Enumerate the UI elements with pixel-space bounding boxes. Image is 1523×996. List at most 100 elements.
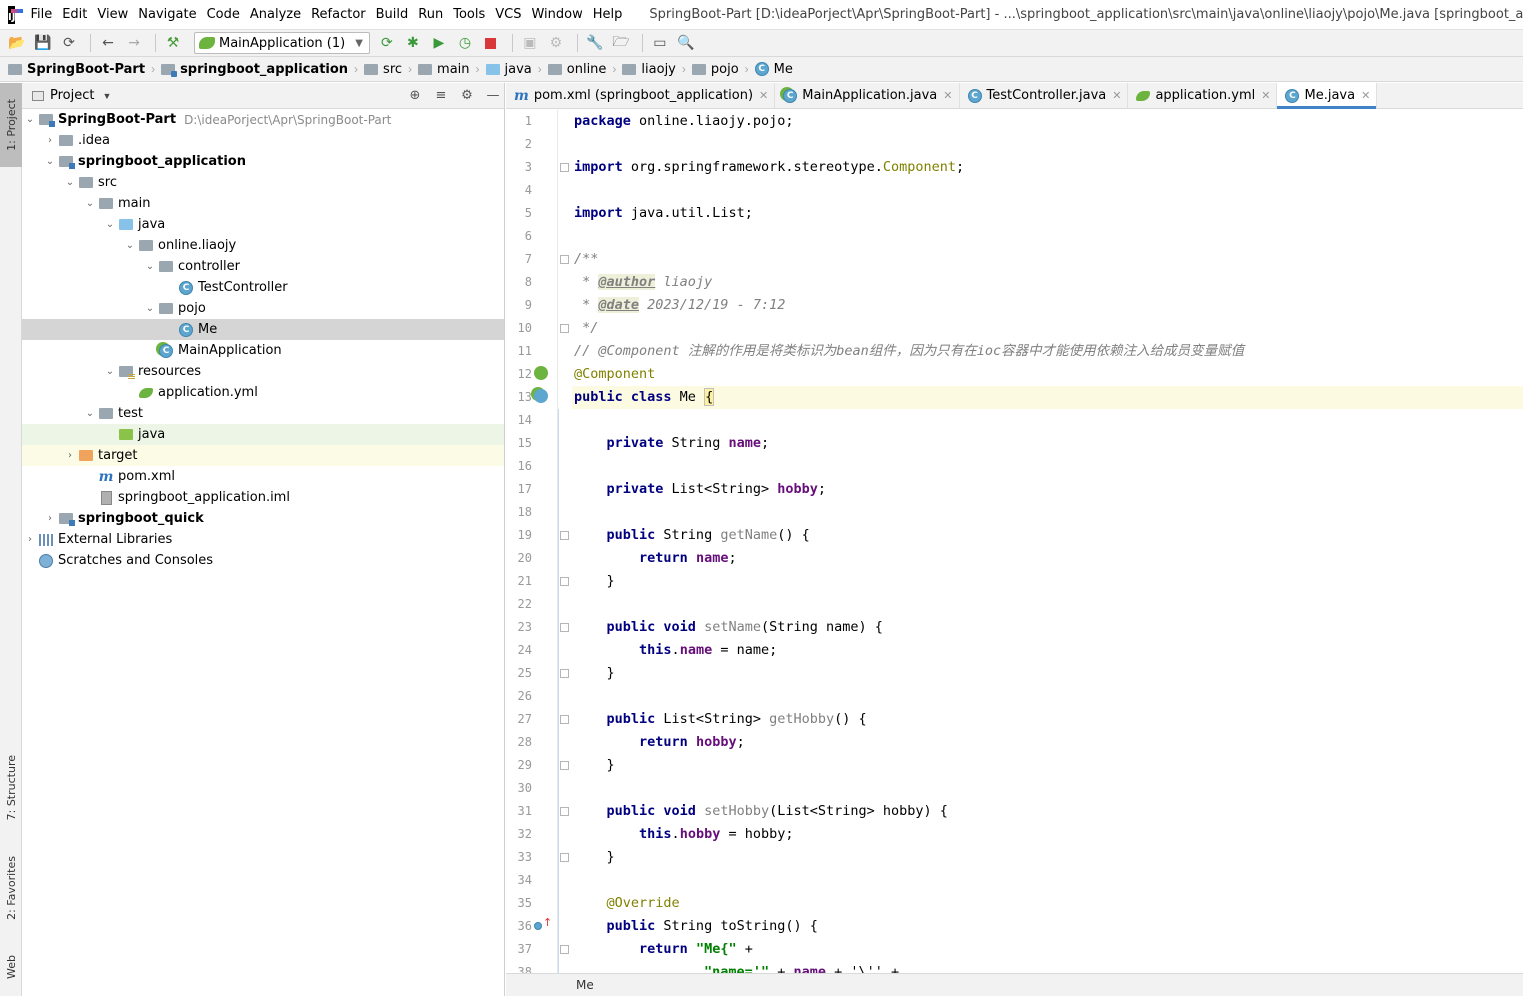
chevron-down-icon[interactable]: ⌄ bbox=[102, 219, 118, 230]
chevron-down-icon[interactable]: ⌄ bbox=[142, 303, 158, 314]
menu-navigate[interactable]: Navigate bbox=[133, 7, 201, 22]
menu-code[interactable]: Code bbox=[202, 7, 245, 22]
settings-wrench-icon[interactable]: 🔧 bbox=[584, 32, 606, 54]
tree-item-springboot-quick[interactable]: › springboot_quick bbox=[22, 508, 504, 529]
menu-edit[interactable]: Edit bbox=[57, 7, 92, 22]
code-editor-text[interactable]: package online.liaojy.pojo; import org.s… bbox=[572, 110, 1523, 973]
menu-tools[interactable]: Tools bbox=[448, 7, 490, 22]
breadcrumb-item-me[interactable]: C Me bbox=[754, 62, 793, 77]
chevron-down-icon[interactable]: ⌄ bbox=[142, 261, 158, 272]
menu-file[interactable]: File bbox=[25, 7, 57, 22]
locate-file-icon[interactable]: ⊕ bbox=[404, 88, 426, 103]
run-configuration-select[interactable]: MainApplication (1) ▼ bbox=[194, 32, 370, 54]
coverage-icon[interactable]: ▶ bbox=[428, 32, 450, 54]
tree-item-pom-xml[interactable]: m pom.xml bbox=[22, 466, 504, 487]
attach-icon[interactable]: ▣ bbox=[519, 32, 541, 54]
close-icon[interactable]: ✕ bbox=[943, 89, 952, 102]
project-panel-title[interactable]: Project bbox=[50, 88, 94, 103]
tree-item-online-liaojy[interactable]: ⌄ online.liaojy bbox=[22, 235, 504, 256]
gear-icon[interactable]: ⚙ bbox=[456, 88, 478, 103]
tool-tab-project[interactable]: 1: Project bbox=[0, 83, 22, 167]
project-structure-icon[interactable]: 🗁 bbox=[610, 32, 632, 54]
chevron-down-icon[interactable]: ⌄ bbox=[22, 114, 38, 125]
tree-item-springboot-application[interactable]: ⌄ springboot_application bbox=[22, 151, 504, 172]
hide-panel-icon[interactable]: — bbox=[482, 88, 504, 103]
menu-vcs[interactable]: VCS bbox=[490, 7, 526, 22]
override-gutter-icon[interactable] bbox=[534, 922, 542, 930]
fold-icon[interactable] bbox=[560, 623, 569, 632]
fold-icon[interactable] bbox=[560, 577, 569, 586]
forward-icon[interactable]: → bbox=[123, 32, 145, 54]
search-icon[interactable]: 🔍 bbox=[675, 32, 697, 54]
debug-icon[interactable]: ✱ bbox=[402, 32, 424, 54]
fold-icon[interactable] bbox=[560, 807, 569, 816]
back-icon[interactable]: ← bbox=[97, 32, 119, 54]
tree-item-testcontroller[interactable]: C TestController bbox=[22, 277, 504, 298]
fold-icon[interactable] bbox=[560, 715, 569, 724]
menu-run[interactable]: Run bbox=[413, 7, 448, 22]
tree-item-application-yml[interactable]: application.yml bbox=[22, 382, 504, 403]
tree-item-resources[interactable]: ⌄ resources bbox=[22, 361, 504, 382]
tab-application-yml[interactable]: application.yml ✕ bbox=[1128, 83, 1278, 108]
tree-item-mainapplication[interactable]: C MainApplication bbox=[22, 340, 504, 361]
fold-icon[interactable] bbox=[560, 761, 569, 770]
editor-breadcrumb-item[interactable]: Me bbox=[576, 978, 594, 992]
close-icon[interactable]: ✕ bbox=[759, 89, 768, 102]
tree-item-me[interactable]: C Me bbox=[22, 319, 504, 340]
close-icon[interactable]: ✕ bbox=[1112, 89, 1121, 102]
chevron-down-icon[interactable]: ⌄ bbox=[122, 240, 138, 251]
tree-item-root-project[interactable]: ⌄ SpringBoot-Part D:\ideaPorject\Apr\Spr… bbox=[22, 109, 504, 130]
breadcrumb-item-online[interactable]: online bbox=[547, 62, 606, 77]
tree-item-controller[interactable]: ⌄ controller bbox=[22, 256, 504, 277]
tree-item-pojo[interactable]: ⌄ pojo bbox=[22, 298, 504, 319]
collapse-all-icon[interactable]: ≡ bbox=[430, 88, 452, 103]
chevron-down-icon[interactable]: ⌄ bbox=[82, 408, 98, 419]
line-number-gutter[interactable]: 1 2 3 4 5 6 7 8 9 10 11 12 13 14 15 16 1… bbox=[506, 110, 558, 973]
open-icon[interactable]: 📂 bbox=[6, 32, 28, 54]
chevron-down-icon[interactable]: ⌄ bbox=[102, 366, 118, 377]
chevron-right-icon[interactable]: › bbox=[42, 513, 58, 524]
menu-view[interactable]: View bbox=[92, 7, 133, 22]
close-icon[interactable]: ✕ bbox=[1361, 89, 1370, 102]
tool-tab-favorites[interactable]: 2: Favorites bbox=[0, 845, 22, 931]
tab-testcontroller[interactable]: C TestController.java ✕ bbox=[960, 83, 1129, 108]
spring-bean-gutter-icon[interactable] bbox=[534, 366, 548, 380]
code-area[interactable]: 1 2 3 4 5 6 7 8 9 10 11 12 13 14 15 16 1… bbox=[506, 110, 1523, 973]
build-icon[interactable]: ⚒ bbox=[162, 32, 184, 54]
tool-tab-structure[interactable]: 7: Structure bbox=[0, 743, 22, 833]
chevron-right-icon[interactable]: › bbox=[22, 534, 38, 545]
tree-item-external-libraries[interactable]: › External Libraries bbox=[22, 529, 504, 550]
tree-item-src[interactable]: ⌄ src bbox=[22, 172, 504, 193]
tree-item-scratches[interactable]: Scratches and Consoles bbox=[22, 550, 504, 571]
chevron-down-icon[interactable]: ▼ bbox=[102, 91, 111, 101]
menu-help[interactable]: Help bbox=[588, 7, 628, 22]
tab-me-java[interactable]: C Me.java ✕ bbox=[1277, 83, 1378, 109]
tab-mainapplication[interactable]: C MainApplication.java ✕ bbox=[775, 83, 960, 108]
chevron-down-icon[interactable]: ⌄ bbox=[82, 198, 98, 209]
chevron-down-icon[interactable]: ⌄ bbox=[62, 177, 78, 188]
close-icon[interactable]: ✕ bbox=[1261, 89, 1270, 102]
stop-icon[interactable] bbox=[480, 32, 502, 54]
breadcrumb-item-liaojy[interactable]: liaojy bbox=[622, 62, 676, 77]
menu-analyze[interactable]: Analyze bbox=[245, 7, 306, 22]
tree-item-target[interactable]: › target bbox=[22, 445, 504, 466]
fold-icon[interactable] bbox=[560, 945, 569, 954]
breadcrumb-item-src[interactable]: src bbox=[364, 62, 402, 77]
fold-icon[interactable] bbox=[560, 324, 569, 333]
chevron-down-icon[interactable]: ⌄ bbox=[42, 156, 58, 167]
menu-window[interactable]: Window bbox=[526, 7, 587, 22]
terminal-icon[interactable]: ▭ bbox=[649, 32, 671, 54]
breadcrumb-item-module[interactable]: springboot_application bbox=[161, 62, 348, 77]
breadcrumb-item-project[interactable]: SpringBoot-Part bbox=[8, 62, 145, 77]
fold-icon[interactable] bbox=[560, 531, 569, 540]
tree-item-test[interactable]: ⌄ test bbox=[22, 403, 504, 424]
profile-icon[interactable]: ◷ bbox=[454, 32, 476, 54]
chevron-right-icon[interactable]: › bbox=[62, 450, 78, 461]
chevron-right-icon[interactable]: › bbox=[42, 135, 58, 146]
tree-item-iml[interactable]: springboot_application.iml bbox=[22, 487, 504, 508]
fold-icon[interactable] bbox=[560, 255, 569, 264]
sync-icon[interactable]: ⟳ bbox=[58, 32, 80, 54]
tool-tab-web[interactable]: Web bbox=[0, 941, 22, 993]
breadcrumb-item-pojo[interactable]: pojo bbox=[691, 62, 739, 77]
tree-item-idea[interactable]: › .idea bbox=[22, 130, 504, 151]
